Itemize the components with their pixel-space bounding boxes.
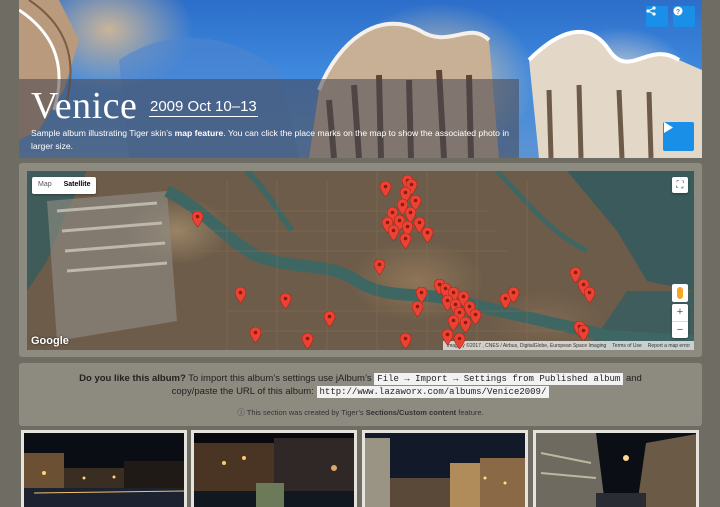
map-pin-icon[interactable] bbox=[453, 332, 466, 350]
map-pin-icon[interactable] bbox=[301, 332, 314, 350]
satellite-map[interactable]: Map Satellite ⛶ + − Google Imagery ©2017… bbox=[27, 171, 694, 350]
map-pin-icon[interactable] bbox=[399, 232, 412, 250]
album-url-line: copy/paste the URL of this album: http:/… bbox=[19, 384, 702, 400]
map-pin-icon[interactable] bbox=[441, 328, 454, 346]
map-imagery bbox=[27, 171, 694, 350]
map-pin-icon[interactable] bbox=[387, 224, 400, 242]
info-icon: ⓘ bbox=[237, 408, 245, 417]
terms-link[interactable]: Terms of Use bbox=[612, 343, 641, 349]
fullscreen-button[interactable]: ⛶ bbox=[672, 177, 688, 193]
slideshow-play-button[interactable] bbox=[663, 122, 694, 151]
thumbnail-photo bbox=[536, 433, 696, 507]
map-type-control: Map Satellite bbox=[32, 177, 97, 194]
map-pin-icon[interactable] bbox=[191, 210, 204, 228]
thumbnail-2[interactable] bbox=[191, 430, 357, 507]
map-pin-icon[interactable] bbox=[411, 300, 424, 318]
map-pin-icon[interactable] bbox=[577, 324, 590, 342]
street-view-pegman[interactable] bbox=[672, 284, 688, 302]
map-pin-icon[interactable] bbox=[469, 308, 482, 326]
thumbnail-photo bbox=[24, 433, 184, 507]
map-pin-icon[interactable] bbox=[373, 258, 386, 276]
thumbnail-photo bbox=[194, 433, 354, 507]
thumbnail-1[interactable] bbox=[21, 430, 187, 507]
album-title: Venice bbox=[31, 85, 138, 127]
thumbnail-3[interactable] bbox=[362, 430, 528, 507]
map-pin-icon[interactable] bbox=[421, 226, 434, 244]
map-section: Map Satellite ⛶ + − Google Imagery ©2017… bbox=[19, 163, 702, 357]
thumbnail-4[interactable] bbox=[533, 430, 699, 507]
zoom-out-button[interactable]: − bbox=[672, 320, 688, 339]
map-attribution: Imagery ©2017 , CNES / Airbus, DigitalGl… bbox=[442, 341, 694, 350]
share-button[interactable] bbox=[646, 6, 668, 27]
fullscreen-icon: ⛶ bbox=[676, 179, 684, 191]
prompt-heading: Do you like this album? bbox=[79, 373, 186, 384]
section-note: ⓘ This section was created by Tiger’s Se… bbox=[237, 408, 484, 417]
help-button[interactable]: ? bbox=[673, 6, 695, 27]
hero-banner: Venice 2009 Oct 10–13 Sample album illus… bbox=[19, 0, 702, 158]
play-icon bbox=[664, 122, 673, 133]
map-pin-icon[interactable] bbox=[399, 332, 412, 350]
share-icon bbox=[646, 6, 656, 16]
map-pin-icon[interactable] bbox=[234, 286, 247, 304]
zoom-control: + − bbox=[672, 304, 688, 338]
album-url[interactable]: http://www.lazaworx.com/albums/Venice200… bbox=[316, 386, 550, 398]
map-pin-icon[interactable] bbox=[249, 326, 262, 344]
album-date: 2009 Oct 10–13 bbox=[149, 98, 258, 117]
report-error-link[interactable]: Report a map error bbox=[648, 343, 690, 349]
tab-map[interactable]: Map bbox=[32, 177, 58, 194]
album-description: Sample album illustrating Tiger skin’s m… bbox=[31, 128, 510, 151]
map-pin-icon[interactable] bbox=[279, 292, 292, 310]
pegman-icon bbox=[677, 287, 683, 299]
map-pin-icon[interactable] bbox=[379, 180, 392, 198]
google-logo: Google bbox=[31, 335, 69, 347]
custom-content-section: Do you like this album? To import this a… bbox=[19, 363, 702, 426]
map-pin-icon[interactable] bbox=[583, 286, 596, 304]
map-pin-icon[interactable] bbox=[323, 310, 336, 328]
zoom-in-button[interactable]: + bbox=[672, 304, 688, 321]
thumbnail-photo bbox=[365, 433, 525, 507]
map-pin-icon[interactable] bbox=[507, 286, 520, 304]
svg-text:?: ? bbox=[676, 9, 680, 16]
help-icon: ? bbox=[673, 6, 683, 16]
tab-satellite[interactable]: Satellite bbox=[58, 177, 97, 194]
imagery-credit: Imagery ©2017 , CNES / Airbus, DigitalGl… bbox=[446, 342, 607, 349]
